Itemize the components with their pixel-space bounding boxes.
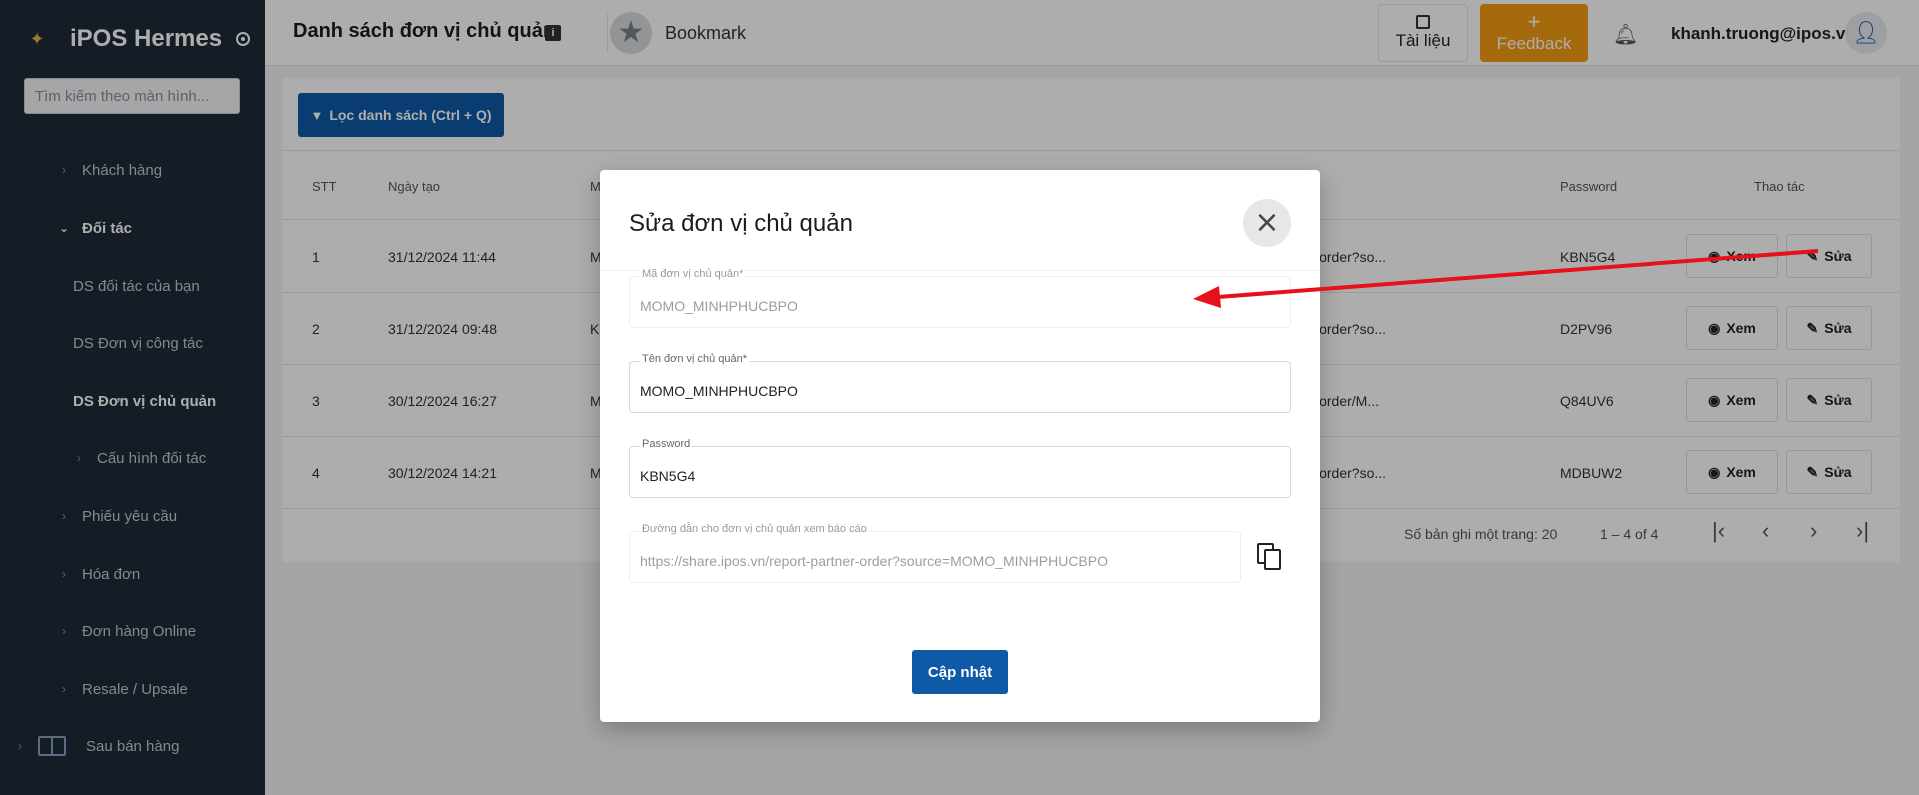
update-button[interactable]: Cập nhật: [912, 650, 1008, 694]
edit-dialog: Sửa đơn vị chủ quản × Mã đơn vị chủ quản…: [600, 170, 1320, 722]
field-value: MOMO_MINHPHUCBPO: [640, 383, 798, 399]
copy-icon-front: [1264, 549, 1281, 570]
copy-icon[interactable]: [1257, 543, 1283, 571]
report-link-field: Đường dẫn cho đơn vị chủ quản xem báo cá…: [629, 523, 1241, 583]
close-button[interactable]: ×: [1243, 199, 1291, 247]
field-value: MOMO_MINHPHUCBPO: [640, 298, 798, 314]
code-field: Mã đơn vị chủ quản* MOMO_MINHPHUCBPO: [629, 268, 1291, 328]
name-field[interactable]: Tên đơn vị chủ quản* MOMO_MINHPHUCBPO: [629, 353, 1291, 413]
field-label: Password: [640, 438, 693, 450]
field-label: Tên đơn vị chủ quản*: [640, 353, 750, 365]
field-value: https://share.ipos.vn/report-partner-ord…: [640, 553, 1108, 569]
field-value: KBN5G4: [640, 468, 696, 484]
field-label: Mã đơn vị chủ quản*: [640, 268, 746, 280]
field-label: Đường dẫn cho đơn vị chủ quản xem báo cá…: [640, 523, 869, 535]
dialog-title: Sửa đơn vị chủ quản: [629, 210, 853, 237]
close-icon: ×: [1254, 205, 1280, 240]
password-field[interactable]: Password KBN5G4: [629, 438, 1291, 498]
